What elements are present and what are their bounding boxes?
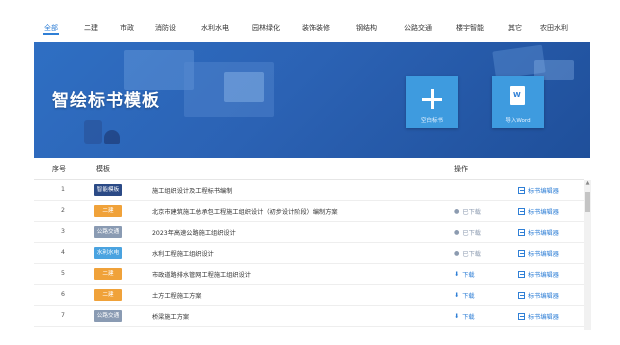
edit-label: 标书编辑器 [528,230,559,237]
table-row[interactable]: 1 智能模板 施工组织设计及工程标书编制 标书编辑器 [34,180,584,201]
download-label: 已下载 [462,230,481,237]
word-doc-icon: W [510,86,525,105]
table-row[interactable]: 4 水利水电 水利工程施工组织设计 ● 已下载 标书编辑器 [34,243,584,264]
edit-link[interactable]: 标书编辑器 [518,228,559,237]
template-name[interactable]: 桥梁施工方案 [152,312,189,321]
tab-erjian[interactable]: 二建 [84,23,98,33]
downloaded-status: ● 已下载 [454,207,481,216]
tab-nongtian[interactable]: 农田水利 [540,23,568,33]
template-name[interactable]: 市政道路排水管网工程施工组织设计 [152,270,251,279]
scroll-up-icon[interactable]: ▲ [584,180,591,186]
plus-icon [430,89,434,109]
tab-yuanlin[interactable]: 园林绿化 [252,23,280,33]
check-circle-icon: ● [454,208,460,215]
download-link[interactable]: ⬇ 下载 [454,312,475,321]
edit-link[interactable]: 标书编辑器 [518,270,559,279]
category-badge: 水利水电 [94,247,122,259]
category-badge: 二建 [94,289,122,301]
download-label: 已下载 [462,251,481,258]
banner-title: 智绘标书模板 [52,91,160,111]
download-link[interactable]: ⬇ 下载 [454,291,475,300]
edit-icon [518,292,525,299]
category-badge: 公路交通 [94,310,122,322]
edit-icon [518,208,525,215]
edit-icon [518,229,525,236]
category-badge: 公路交通 [94,226,122,238]
edit-icon [518,271,525,278]
download-icon: ⬇ [454,292,460,299]
check-circle-icon: ● [454,229,460,236]
table-row[interactable]: 5 二建 市政道路排水管网工程施工组织设计 ⬇ 下载 标书编辑器 [34,264,584,285]
downloaded-status: ● 已下载 [454,249,481,258]
edit-icon [518,313,525,320]
edit-icon [518,187,525,194]
edit-icon [518,250,525,257]
table-row[interactable]: 7 公路交通 桥梁施工方案 ⬇ 下载 标书编辑器 [34,306,584,327]
table-header: 序号 模板 操作 [34,158,584,180]
edit-link[interactable]: 标书编辑器 [518,291,559,300]
table-row[interactable]: 3 公路交通 2023年高速公路施工组织设计 ● 已下载 标书编辑器 [34,222,584,243]
category-badge: 智能模板 [94,184,122,196]
tab-xiaofang[interactable]: 消防设 [155,23,176,33]
download-label: 下载 [462,314,475,321]
check-circle-icon: ● [454,250,460,257]
create-blank-label: 空白标书 [420,118,443,124]
pen-holder-shape [84,120,102,144]
download-icon: ⬇ [454,271,460,278]
tab-shuili[interactable]: 水利水电 [201,23,229,33]
tab-qita[interactable]: 其它 [508,23,522,33]
tab-all[interactable]: 全部 [43,23,59,35]
cup-shape [104,130,120,144]
header-action: 操作 [454,165,468,173]
tab-shizheng[interactable]: 市政 [120,23,134,33]
edit-label: 标书编辑器 [528,272,559,279]
download-label: 下载 [462,272,475,279]
edit-link[interactable]: 标书编辑器 [518,312,559,321]
edit-label: 标书编辑器 [528,188,559,195]
import-word-label: 导入Word [505,118,531,124]
header-num: 序号 [52,165,66,173]
download-icon: ⬇ [454,313,460,320]
tab-gonglu[interactable]: 公路交通 [404,23,432,33]
scrollbar-thumb[interactable] [585,192,590,212]
header-template: 模板 [96,165,110,173]
edit-link[interactable]: 标书编辑器 [518,249,559,258]
template-name[interactable]: 土方工程施工方案 [152,291,202,300]
tab-louyu[interactable]: 楼宇智能 [456,23,484,33]
template-name[interactable]: 施工组织设计及工程标书编制 [152,186,232,195]
edit-link[interactable]: 标书编辑器 [518,186,559,195]
row-number: 2 [61,207,65,214]
row-number: 5 [61,270,65,277]
download-label: 下载 [462,293,475,300]
import-word-button[interactable]: W 导入Word [492,76,544,128]
template-name[interactable]: 2023年高速公路施工组织设计 [152,228,236,237]
row-number: 6 [61,291,65,298]
row-number: 1 [61,186,65,193]
downloaded-status: ● 已下载 [454,228,481,237]
illustration-shape [224,72,264,102]
edit-link[interactable]: 标书编辑器 [518,207,559,216]
download-label: 已下载 [462,209,481,216]
edit-label: 标书编辑器 [528,251,559,258]
scrollbar[interactable]: ▲ [584,180,591,330]
tab-zhuangshi[interactable]: 装饰装修 [302,23,330,33]
edit-label: 标书编辑器 [528,209,559,216]
create-blank-button[interactable]: 空白标书 [406,76,458,128]
template-name[interactable]: 北京市建筑施工总承包工程施工组织设计（初步设计阶段）编制方案 [152,207,338,216]
category-badge: 二建 [94,268,122,280]
tab-gangjiegou[interactable]: 钢结构 [356,23,377,33]
template-name[interactable]: 水利工程施工组织设计 [152,249,214,258]
edit-label: 标书编辑器 [528,293,559,300]
edit-label: 标书编辑器 [528,314,559,321]
row-number: 7 [61,312,65,319]
row-number: 3 [61,228,65,235]
table-row[interactable]: 6 二建 土方工程施工方案 ⬇ 下载 标书编辑器 [34,285,584,306]
download-link[interactable]: ⬇ 下载 [454,270,475,279]
category-tabs: 全部 二建 市政 消防设 水利水电 园林绿化 装饰装修 钢结构 公路交通 楼宇智… [34,0,594,44]
row-number: 4 [61,249,65,256]
category-badge: 二建 [94,205,122,217]
table-row[interactable]: 2 二建 北京市建筑施工总承包工程施工组织设计（初步设计阶段）编制方案 ● 已下载… [34,201,584,222]
